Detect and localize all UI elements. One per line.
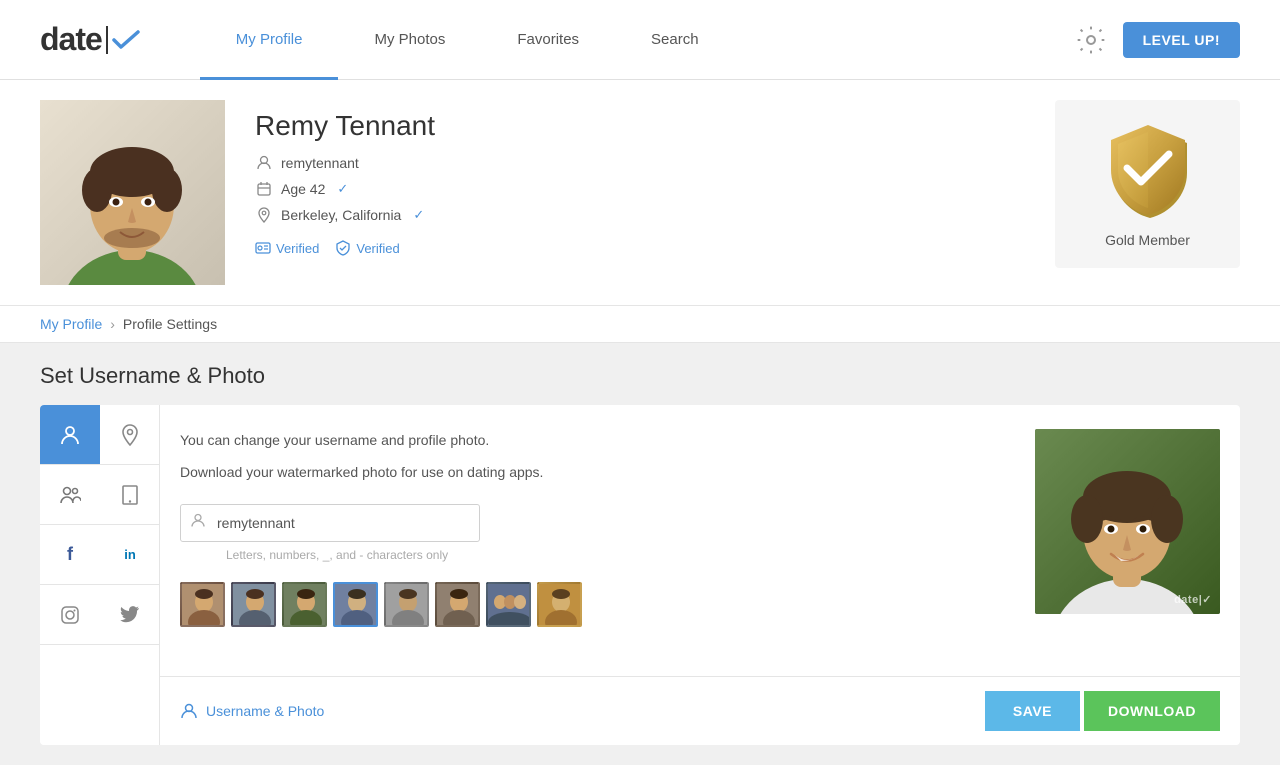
- level-up-button[interactable]: LEVEL UP!: [1123, 22, 1240, 58]
- breadcrumb-bar: My Profile › Profile Settings: [0, 306, 1280, 343]
- sidebar-icon-phone[interactable]: [100, 465, 160, 525]
- logo: date: [40, 21, 140, 58]
- sidebar-col-right: in: [100, 405, 160, 645]
- username-text: remytennant: [281, 155, 359, 171]
- content-layout: f: [40, 405, 1240, 745]
- gold-member-label: Gold Member: [1105, 232, 1190, 248]
- settings-icon[interactable]: [1075, 24, 1107, 56]
- breadcrumb-separator: ›: [110, 316, 115, 332]
- username-field-icon: [190, 512, 206, 533]
- breadcrumb: My Profile › Profile Settings: [40, 316, 1240, 332]
- preview-photo: date|✓: [1035, 429, 1220, 614]
- breadcrumb-link[interactable]: My Profile: [40, 316, 102, 332]
- location-verified-check: ✓: [413, 207, 424, 223]
- username-input[interactable]: [180, 504, 480, 542]
- thumb-7[interactable]: [486, 582, 531, 627]
- logo-check-icon: [112, 29, 140, 51]
- bottom-label: Username & Photo: [180, 702, 324, 720]
- verified-text-1: Verified: [276, 241, 319, 256]
- profile-photo: [40, 100, 225, 285]
- bottom-actions: SAVE DOWNLOAD: [985, 691, 1220, 731]
- sidebar-col: f: [40, 405, 159, 645]
- input-hint: Letters, numbers, _, and - characters on…: [226, 548, 1015, 562]
- nav-favorites[interactable]: Favorites: [481, 0, 615, 80]
- thumb-1[interactable]: [180, 582, 225, 627]
- thumb-8[interactable]: [537, 582, 582, 627]
- right-panel: You can change your username and profile…: [160, 405, 1240, 745]
- logo-divider: [106, 26, 108, 54]
- sidebar-icon-linkedin[interactable]: in: [100, 525, 160, 585]
- nav-search[interactable]: Search: [615, 0, 735, 80]
- profile-info: Remy Tennant remytennant A: [255, 100, 1025, 256]
- verified-badge-1: Verified: [255, 240, 319, 256]
- description-line2: Download your watermarked photo for use …: [180, 461, 1015, 483]
- description-line1: You can change your username and profile…: [180, 429, 1015, 451]
- username-input-wrap: [180, 504, 480, 542]
- age-text: Age 42: [281, 181, 325, 197]
- age-verified-check: ✓: [337, 181, 348, 197]
- breadcrumb-current: Profile Settings: [123, 316, 217, 332]
- photo-thumbnails: [180, 582, 1015, 627]
- id-check-icon: [255, 240, 271, 256]
- section-title: Set Username & Photo: [40, 363, 1240, 389]
- username-input-row: [180, 504, 1015, 542]
- sidebar-icons: f: [40, 405, 160, 745]
- location-row: Berkeley, California ✓: [255, 206, 1025, 224]
- watermark: date|✓: [1174, 593, 1212, 606]
- header-right: LEVEL UP!: [1075, 22, 1240, 58]
- logo-text: date: [40, 21, 102, 58]
- gold-member-box: Gold Member: [1055, 100, 1240, 268]
- bottom-user-icon: [180, 702, 198, 720]
- thumb-6[interactable]: [435, 582, 480, 627]
- verified-badges: Verified Verified: [255, 240, 1025, 256]
- profile-photo-svg: [40, 100, 225, 285]
- person-icon: [255, 154, 273, 172]
- shield-check-icon: [335, 240, 351, 256]
- location-text: Berkeley, California: [281, 207, 401, 223]
- thumb-4-selected[interactable]: [333, 582, 378, 627]
- verified-text-2: Verified: [356, 241, 399, 256]
- location-icon: [255, 206, 273, 224]
- username-row: remytennant: [255, 154, 1025, 172]
- sidebar-icon-location[interactable]: [100, 405, 160, 465]
- bottom-label-text: Username & Photo: [206, 703, 324, 719]
- save-button[interactable]: SAVE: [985, 691, 1080, 731]
- bottom-bar: Username & Photo SAVE DOWNLOAD: [160, 676, 1240, 745]
- sidebar-icon-twitter[interactable]: [100, 585, 160, 645]
- main-content: Set Username & Photo: [0, 343, 1280, 765]
- header: date My Profile My Photos Favorites Sear…: [0, 0, 1280, 80]
- content-preview-row: You can change your username and profile…: [160, 405, 1240, 676]
- main-nav: My Profile My Photos Favorites Search: [200, 0, 1075, 80]
- profile-section: Remy Tennant remytennant A: [0, 80, 1280, 306]
- preview-face-svg: [1035, 429, 1220, 614]
- age-icon: [255, 180, 273, 198]
- thumb-3[interactable]: [282, 582, 327, 627]
- thumb-2[interactable]: [231, 582, 276, 627]
- sidebar-col-left: f: [40, 405, 100, 645]
- age-row: Age 42 ✓: [255, 180, 1025, 198]
- download-button[interactable]: DOWNLOAD: [1084, 691, 1220, 731]
- sidebar-icon-instagram[interactable]: [40, 585, 100, 645]
- nav-my-photos[interactable]: My Photos: [338, 0, 481, 80]
- sidebar-icon-facebook[interactable]: f: [40, 525, 100, 585]
- sidebar-icon-group[interactable]: [40, 465, 100, 525]
- sidebar-icon-profile[interactable]: [40, 405, 100, 465]
- profile-name: Remy Tennant: [255, 110, 1025, 142]
- nav-my-profile[interactable]: My Profile: [200, 0, 339, 80]
- profile-meta: remytennant Age 42 ✓: [255, 154, 1025, 256]
- verified-badge-2: Verified: [335, 240, 399, 256]
- thumb-5[interactable]: [384, 582, 429, 627]
- form-area: You can change your username and profile…: [180, 429, 1015, 652]
- gold-shield-icon: [1103, 120, 1193, 220]
